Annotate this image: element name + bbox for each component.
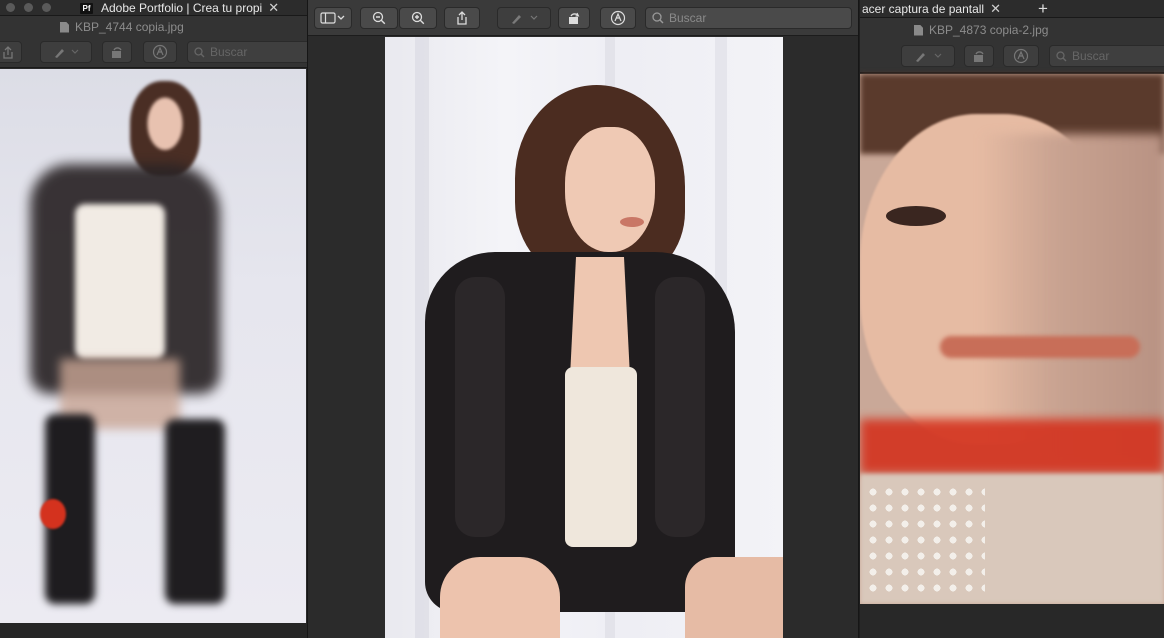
sidebar-toggle-button[interactable]	[314, 7, 352, 29]
tab-title: acer captura de pantall	[862, 2, 985, 16]
search-icon	[194, 46, 205, 58]
left-preview-window: Pf Adobe Portfolio | Crea tu propi ✕ KBP…	[0, 0, 307, 638]
markup-pen-button[interactable]	[497, 7, 551, 29]
right-tab-bar: acer captura de pantall ✕ +	[860, 0, 1164, 18]
browser-tab-adobe-portfolio[interactable]: Pf Adobe Portfolio | Crea tu propi ✕	[80, 0, 279, 16]
rotate-icon	[567, 11, 581, 25]
file-name: KBP_4744 copia.jpg	[75, 20, 184, 34]
markup-pen-button[interactable]	[901, 45, 955, 67]
search-placeholder: Buscar	[669, 11, 707, 25]
markup-circle-icon	[610, 10, 626, 26]
rotate-button[interactable]	[558, 7, 590, 29]
right-preview-window: acer captura de pantall ✕ + KBP_4873 cop…	[860, 0, 1164, 638]
rotate-button[interactable]	[102, 41, 132, 63]
rotate-button[interactable]	[964, 45, 994, 67]
annotate-button[interactable]	[143, 41, 177, 63]
share-button[interactable]	[0, 41, 22, 63]
rotate-icon	[972, 49, 986, 63]
markup-circle-icon	[152, 44, 168, 60]
center-toolbar: Buscar	[308, 0, 858, 36]
close-tab-icon[interactable]: ✕	[268, 0, 279, 16]
left-toolbar: Buscar	[0, 38, 307, 68]
adobe-portfolio-icon: Pf	[80, 2, 93, 14]
close-tab-icon[interactable]: ✕	[990, 1, 1001, 17]
right-toolbar: Buscar	[860, 42, 1164, 73]
right-photo	[860, 74, 1164, 604]
pen-icon	[913, 50, 943, 62]
left-tab-bar: Pf Adobe Portfolio | Crea tu propi ✕	[0, 0, 307, 16]
document-icon	[914, 24, 923, 36]
right-search-field[interactable]: Buscar	[1049, 45, 1164, 67]
markup-pen-button[interactable]	[40, 41, 92, 63]
right-file-title: KBP_4873 copia-2.jpg	[914, 23, 1048, 37]
search-placeholder: Buscar	[1072, 49, 1110, 63]
search-icon	[652, 12, 664, 24]
annotate-button[interactable]	[1003, 45, 1039, 67]
sidebar-icon	[320, 12, 346, 24]
file-name: KBP_4873 copia-2.jpg	[929, 23, 1049, 37]
document-icon	[60, 21, 69, 33]
rotate-icon	[110, 45, 124, 59]
markup-circle-icon	[1013, 48, 1029, 64]
share-icon	[456, 11, 468, 25]
right-status-strip	[860, 604, 1164, 638]
share-button[interactable]	[444, 7, 480, 29]
search-placeholder: Buscar	[210, 45, 248, 59]
zoom-in-icon	[411, 11, 425, 25]
center-search-field[interactable]: Buscar	[645, 7, 852, 29]
zoom-out-icon	[372, 11, 386, 25]
plus-icon: +	[1038, 0, 1048, 18]
center-photo	[385, 37, 783, 638]
browser-tab-screenshot[interactable]: acer captura de pantall ✕	[862, 0, 1001, 18]
zoom-out-button[interactable]	[360, 7, 398, 29]
left-photo	[0, 69, 306, 623]
left-search-field[interactable]: Buscar	[187, 41, 307, 63]
search-icon	[1056, 50, 1067, 62]
left-status-strip	[0, 623, 307, 638]
left-file-title: KBP_4744 copia.jpg	[60, 20, 184, 34]
zoom-in-button[interactable]	[399, 7, 437, 29]
tab-title: Adobe Portfolio | Crea tu propi	[101, 1, 263, 15]
close-window-dot[interactable]	[6, 3, 15, 12]
minimize-window-dot[interactable]	[24, 3, 33, 12]
center-preview-window: Buscar	[307, 0, 859, 638]
pen-icon	[509, 12, 539, 24]
pen-icon	[53, 46, 79, 58]
zoom-window-dot[interactable]	[42, 3, 51, 12]
right-title-bar: KBP_4873 copia-2.jpg	[860, 18, 1164, 42]
new-tab-button[interactable]: +	[1038, 0, 1048, 18]
share-icon	[2, 45, 14, 59]
annotate-button[interactable]	[600, 7, 636, 29]
left-title-bar: KBP_4744 copia.jpg	[0, 16, 307, 38]
